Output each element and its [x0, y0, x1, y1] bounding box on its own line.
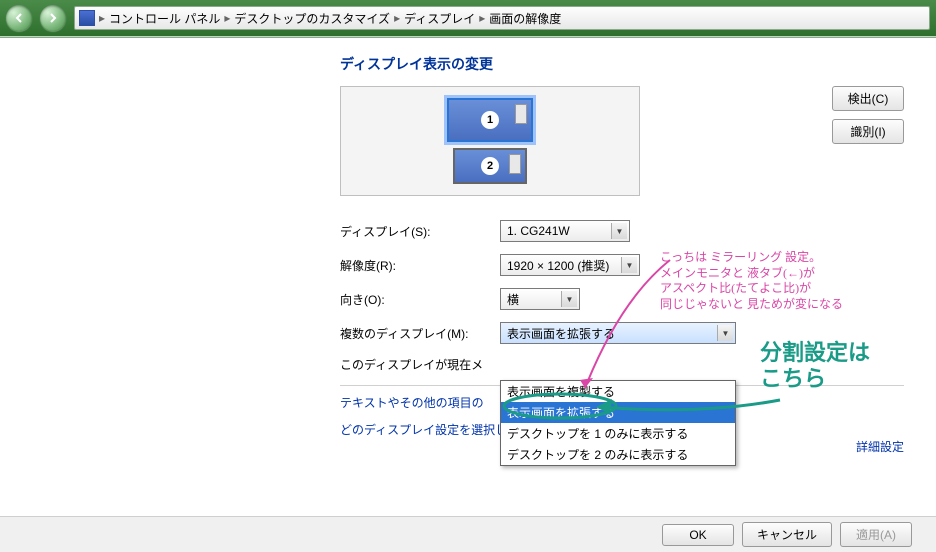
multi-display-row: 複数のディスプレイ(M): 表示画面を拡張する ▼	[340, 322, 904, 344]
resolution-value: 1920 × 1200 (推奨)	[507, 257, 609, 274]
navbar: ▸ コントロール パネル ▸ デスクトップのカスタマイズ ▸ ディスプレイ ▸ …	[0, 0, 936, 36]
monitor-panel-icon	[515, 104, 527, 124]
breadcrumb-sep-icon: ▸	[99, 11, 105, 25]
dropdown-option-extend[interactable]: 表示画面を拡張する	[501, 402, 735, 423]
resolution-label: 解像度(R):	[340, 257, 500, 274]
current-display-text: このディスプレイが現在メ	[340, 356, 483, 373]
dropdown-option-only1[interactable]: デスクトップを 1 のみに表示する	[501, 423, 735, 444]
current-display-row: このディスプレイが現在メ	[340, 356, 904, 373]
multi-display-value: 表示画面を拡張する	[507, 325, 615, 342]
cancel-button[interactable]: キャンセル	[742, 522, 832, 547]
orientation-row: 向き(O): 横 ▼	[340, 288, 904, 310]
monitor-number: 1	[481, 111, 499, 129]
chevron-down-icon: ▼	[621, 257, 637, 273]
chevron-down-icon: ▼	[717, 325, 733, 341]
content-area: ディスプレイ表示の変更 1 2 検出(C) 識別(I) ディスプレイ(S): 1…	[0, 38, 936, 516]
display-select[interactable]: 1. CG241W ▼	[500, 220, 630, 242]
multi-display-label: 複数のディスプレイ(M):	[340, 325, 500, 342]
breadcrumb-item[interactable]: デスクトップのカスタマイズ	[234, 10, 390, 27]
monitor-number: 2	[481, 157, 499, 175]
orientation-label: 向き(O):	[340, 291, 500, 308]
resolution-row: 解像度(R): 1920 × 1200 (推奨) ▼	[340, 254, 904, 276]
multi-display-dropdown[interactable]: 表示画面を複製する 表示画面を拡張する デスクトップを 1 のみに表示する デス…	[500, 380, 736, 466]
bottom-bar: OK キャンセル 適用(A)	[0, 516, 936, 552]
monitor-panel-icon	[509, 154, 521, 174]
display-row: ディスプレイ(S): 1. CG241W ▼	[340, 220, 904, 242]
apply-button[interactable]: 適用(A)	[840, 522, 912, 547]
detect-button[interactable]: 検出(C)	[832, 86, 904, 111]
monitor-preview[interactable]: 1 2	[340, 86, 640, 196]
dropdown-option-only2[interactable]: デスクトップを 2 のみに表示する	[501, 444, 735, 465]
control-panel-icon	[79, 10, 95, 26]
identify-button[interactable]: 識別(I)	[832, 119, 904, 144]
breadcrumb-sep-icon: ▸	[224, 11, 230, 25]
breadcrumb-sep-icon: ▸	[479, 11, 485, 25]
page-title: ディスプレイ表示の変更	[340, 54, 904, 74]
resolution-select[interactable]: 1920 × 1200 (推奨) ▼	[500, 254, 640, 276]
monitor-2[interactable]: 2	[453, 148, 527, 184]
breadcrumb-sep-icon: ▸	[394, 11, 400, 25]
breadcrumb[interactable]: ▸ コントロール パネル ▸ デスクトップのカスタマイズ ▸ ディスプレイ ▸ …	[74, 6, 930, 30]
chevron-down-icon: ▼	[561, 291, 577, 307]
orientation-value: 横	[507, 291, 519, 308]
monitor-1[interactable]: 1	[447, 98, 533, 142]
dropdown-option-duplicate[interactable]: 表示画面を複製する	[501, 381, 735, 402]
nav-back-button[interactable]	[6, 5, 32, 31]
breadcrumb-item[interactable]: コントロール パネル	[109, 10, 220, 27]
preview-row: 1 2 検出(C) 識別(I)	[340, 86, 904, 196]
display-label: ディスプレイ(S):	[340, 223, 500, 240]
breadcrumb-item[interactable]: 画面の解像度	[489, 10, 561, 27]
display-value: 1. CG241W	[507, 224, 570, 238]
multi-display-select[interactable]: 表示画面を拡張する ▼	[500, 322, 736, 344]
chevron-down-icon: ▼	[611, 223, 627, 239]
nav-forward-button[interactable]	[40, 5, 66, 31]
orientation-select[interactable]: 横 ▼	[500, 288, 580, 310]
side-buttons: 検出(C) 識別(I)	[832, 86, 904, 196]
ok-button[interactable]: OK	[662, 524, 734, 546]
advanced-settings-link[interactable]: 詳細設定	[856, 438, 904, 455]
breadcrumb-item[interactable]: ディスプレイ	[404, 10, 475, 27]
